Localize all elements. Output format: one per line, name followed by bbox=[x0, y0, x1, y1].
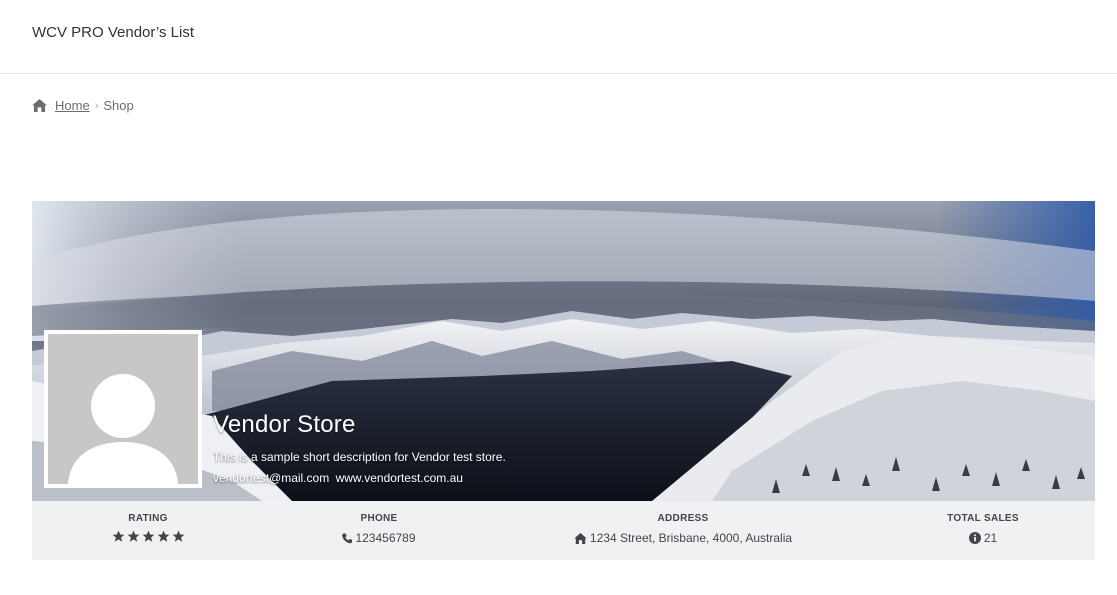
phone-icon bbox=[342, 533, 353, 543]
stat-phone: PHONE 123456789 bbox=[309, 513, 449, 545]
address-label: ADDRESS bbox=[657, 513, 709, 524]
star-icon bbox=[172, 530, 184, 542]
rating-stars bbox=[98, 530, 198, 543]
total-sales-label: TOTAL SALES bbox=[947, 513, 1019, 524]
star-icon bbox=[127, 530, 139, 542]
site-title-link[interactable]: WCV PRO Vendor’s List bbox=[32, 24, 194, 41]
stat-rating: RATING bbox=[98, 513, 198, 543]
address-value-row: 1234 Street, Brisbane, 4000, Australia bbox=[533, 531, 833, 545]
info-icon bbox=[968, 532, 981, 544]
store-banner: Vendor Store This is a sample short desc… bbox=[32, 201, 1095, 501]
breadcrumb: Home › Shop bbox=[32, 98, 134, 113]
store-avatar bbox=[44, 330, 202, 488]
store-description: This is a sample short description for V… bbox=[213, 450, 506, 464]
star-icon bbox=[142, 530, 154, 542]
store-contact: vendortest@mail.com www.vendortest.com.a… bbox=[213, 471, 466, 485]
home-icon bbox=[574, 532, 587, 544]
star-icon bbox=[157, 530, 169, 542]
user-silhouette-icon bbox=[68, 374, 178, 484]
site-header: WCV PRO Vendor’s List bbox=[0, 0, 1117, 74]
rating-label: RATING bbox=[128, 513, 168, 524]
stat-total-sales: TOTAL SALES 21 bbox=[923, 513, 1043, 545]
avatar-placeholder bbox=[48, 334, 198, 484]
breadcrumb-home-link[interactable]: Home bbox=[55, 98, 90, 113]
breadcrumb-separator: › bbox=[94, 99, 99, 112]
total-sales-value-row: 21 bbox=[923, 531, 1043, 545]
address-value: 1234 Street, Brisbane, 4000, Australia bbox=[589, 531, 793, 545]
phone-label: PHONE bbox=[360, 513, 398, 524]
store-name: Vendor Store bbox=[213, 411, 356, 438]
home-icon bbox=[32, 99, 47, 112]
phone-value[interactable]: 123456789 bbox=[355, 531, 415, 545]
star-icon bbox=[112, 530, 124, 542]
stat-address: ADDRESS 1234 Street, Brisbane, 4000, Aus… bbox=[533, 513, 833, 545]
store-stats-bar: RATING PHONE 123456789 ADDRESS 1234 Stre… bbox=[32, 501, 1095, 560]
store-email[interactable]: vendortest@mail.com bbox=[213, 471, 329, 485]
breadcrumb-current: Shop bbox=[103, 98, 134, 113]
store-website[interactable]: www.vendortest.com.au bbox=[336, 471, 463, 485]
total-sales-value: 21 bbox=[983, 531, 998, 545]
phone-value-row: 123456789 bbox=[309, 531, 449, 545]
